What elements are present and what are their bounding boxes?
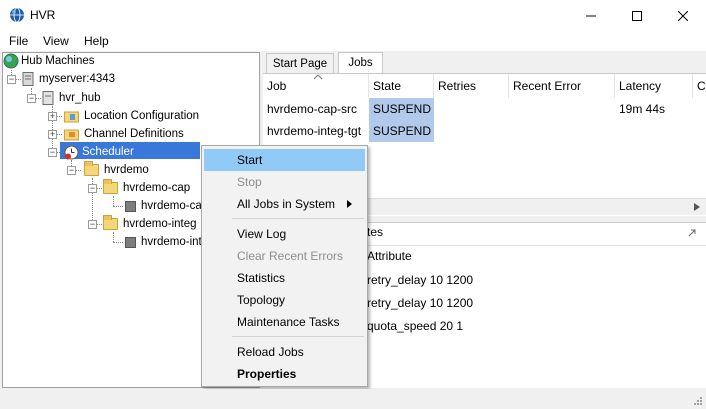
collapse-icon[interactable]: − xyxy=(7,75,16,84)
column-header-recent-error[interactable]: Recent Error xyxy=(509,74,615,98)
tree-label: Scheduler xyxy=(82,146,134,158)
tree-label: Hub Machines xyxy=(21,55,95,67)
context-menu-topology[interactable]: Topology xyxy=(204,289,365,311)
folder-icon xyxy=(84,161,99,176)
job-icon xyxy=(125,236,136,248)
tree-node-hvrdemo-integ[interactable]: hvrdemo-integ xyxy=(103,215,199,233)
tab-start-page[interactable]: Start Page xyxy=(266,53,334,73)
context-menu-statistics[interactable]: Statistics xyxy=(204,267,365,289)
maximize-button[interactable] xyxy=(614,0,660,31)
close-icon xyxy=(678,10,688,21)
hub-database-icon xyxy=(42,91,54,105)
table-cell-state[interactable]: SUSPEND xyxy=(369,98,434,120)
tree-node-hvrdemo[interactable]: hvrdemo xyxy=(84,161,151,179)
minimize-icon xyxy=(586,15,596,16)
context-menu-all-jobs-in-system[interactable]: All Jobs in System xyxy=(204,193,365,215)
table-cell-job[interactable]: hvrdemo-integ-tgt xyxy=(263,120,369,142)
channel-folder-icon xyxy=(64,129,79,141)
context-menu-reload-jobs[interactable]: Reload Jobs xyxy=(204,341,365,363)
resize-grip-icon[interactable] xyxy=(693,396,703,406)
window-title: HVR xyxy=(30,8,56,22)
collapse-icon[interactable]: − xyxy=(88,184,97,193)
tree-node-hvrdemo-cap[interactable]: hvrdemo-cap xyxy=(103,179,192,197)
job-icon xyxy=(125,200,136,212)
status-bar xyxy=(0,389,706,409)
tree-node-hvrdemo-cap-job[interactable]: hvrdemo-cap xyxy=(123,197,210,215)
hvr-globe-icon xyxy=(10,7,24,23)
sort-ascending-icon xyxy=(313,74,323,80)
tree-label: Location Configuration xyxy=(84,110,200,122)
maximize-icon xyxy=(632,10,642,21)
context-menu-stop[interactable]: Stop xyxy=(204,171,365,193)
scheduler-clock-icon xyxy=(64,145,79,159)
tree-label: hvr_hub xyxy=(59,92,101,104)
context-menu-properties[interactable]: Properties xyxy=(204,363,365,385)
tree-node-hub-machines[interactable]: Hub Machines xyxy=(3,52,97,70)
table-cell-latency[interactable]: 19m 44s xyxy=(615,98,693,120)
globe-icon xyxy=(3,53,19,69)
submenu-arrow-icon xyxy=(347,200,352,208)
tree-node-location-configuration[interactable]: Location Configuration xyxy=(64,107,201,125)
menu-file[interactable]: File xyxy=(9,34,28,48)
server-icon xyxy=(22,72,34,86)
title-bar: HVR xyxy=(0,0,706,31)
context-menu: Start Stop All Jobs in System View Log C… xyxy=(201,145,368,387)
column-header-state[interactable]: State xyxy=(369,74,434,98)
expand-icon[interactable]: + xyxy=(48,112,57,121)
attribute-row[interactable]: retry_delay 10 1200 xyxy=(367,296,473,310)
attribute-row[interactable]: retry_delay 10 1200 xyxy=(367,273,473,287)
context-menu-view-log[interactable]: View Log xyxy=(204,223,365,245)
collapse-icon[interactable]: − xyxy=(48,148,57,157)
tree-label: Channel Definitions xyxy=(84,128,184,140)
tree-label: hvrdemo xyxy=(104,164,149,176)
table-cell-job[interactable]: hvrdemo-cap-src xyxy=(263,98,369,120)
menu-help[interactable]: Help xyxy=(84,34,109,48)
folder-icon xyxy=(103,215,118,230)
scroll-right-icon xyxy=(694,203,700,211)
tree-node-server[interactable]: myserver:4343 xyxy=(22,70,117,88)
collapse-icon[interactable]: − xyxy=(27,94,36,103)
tab-label: Jobs xyxy=(348,57,373,69)
context-menu-start[interactable]: Start xyxy=(204,149,365,171)
tab-jobs[interactable]: Jobs xyxy=(338,52,383,73)
close-button[interactable] xyxy=(660,0,706,31)
expand-icon[interactable]: + xyxy=(48,130,57,139)
tree-label: hvrdemo-cap xyxy=(141,200,209,212)
tree-node-channel-definitions[interactable]: Channel Definitions xyxy=(64,125,186,143)
folder-icon xyxy=(103,179,118,194)
menu-view[interactable]: View xyxy=(43,34,69,48)
context-menu-clear-recent-errors[interactable]: Clear Recent Errors xyxy=(204,245,365,267)
tree-label: hvrdemo-inte xyxy=(141,236,209,248)
location-folder-icon xyxy=(64,111,79,123)
context-menu-maintenance-tasks[interactable]: Maintenance Tasks xyxy=(204,311,365,333)
tab-label: Start Page xyxy=(272,57,328,70)
tree-label: hvrdemo-cap xyxy=(123,182,191,194)
attribute-row[interactable]: quota_speed 20 1 xyxy=(367,319,463,333)
tree-node-scheduler[interactable]: Scheduler xyxy=(64,143,136,161)
collapse-icon[interactable]: − xyxy=(67,166,76,175)
attributes-tab-label[interactable]: tes xyxy=(367,225,383,239)
pin-icon[interactable] xyxy=(688,229,696,237)
tree-label: myserver:4343 xyxy=(39,73,116,85)
column-header-retries[interactable]: Retries xyxy=(434,74,509,98)
tree-label: hvrdemo-integ xyxy=(123,218,197,230)
column-header-latency[interactable]: Latency xyxy=(615,74,693,98)
tree-node-hub[interactable]: hvr_hub xyxy=(42,89,103,107)
column-header-truncated[interactable]: C xyxy=(693,74,706,98)
tree-node-hvrdemo-integ-job[interactable]: hvrdemo-inte xyxy=(123,233,210,251)
menu-bar: File View Help xyxy=(0,31,706,51)
column-header-attribute[interactable]: Attribute xyxy=(367,249,412,263)
minimize-button[interactable] xyxy=(568,0,614,31)
collapse-icon[interactable]: − xyxy=(88,220,97,229)
table-cell-state[interactable]: SUSPEND xyxy=(369,120,434,142)
